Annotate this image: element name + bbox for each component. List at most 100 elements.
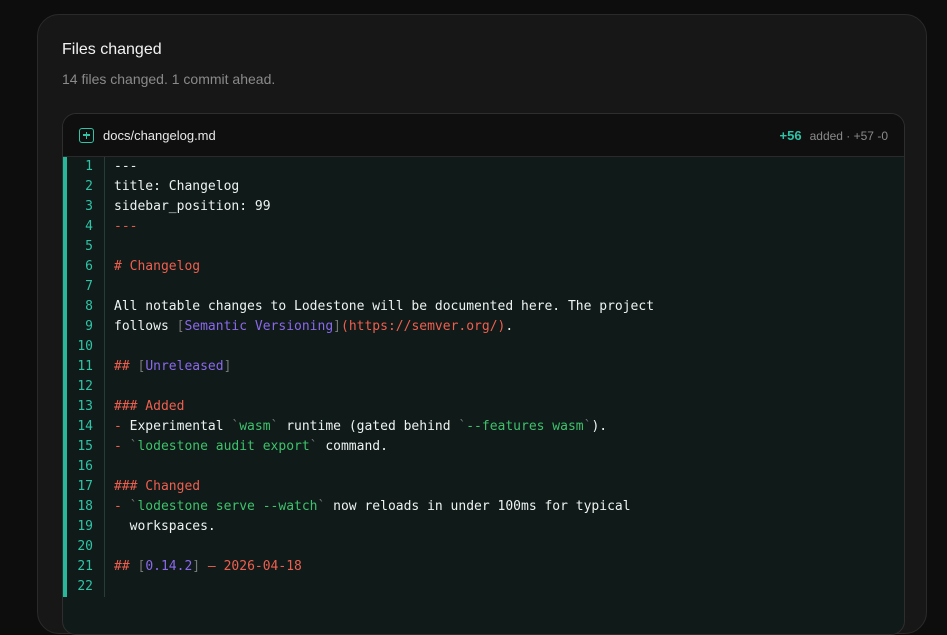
code-line: 11 ## [Unreleased] xyxy=(67,357,904,377)
code-line: 8 All notable changes to Lodestone will b… xyxy=(67,297,904,317)
code-token: ## xyxy=(114,559,138,574)
code-line: 22 xyxy=(67,577,904,597)
line-number: 15 xyxy=(67,437,105,457)
code-token: - xyxy=(114,499,130,514)
code-token: ] xyxy=(223,359,232,374)
code-line: 9 follows [Semantic Versioning](https://s… xyxy=(67,317,904,337)
line-content: All notable changes to Lodestone will be… xyxy=(105,297,654,317)
additions-count: +56 xyxy=(779,127,802,143)
file-status: added · +57 -0 xyxy=(809,128,888,143)
code-token: — 2026-04-18 xyxy=(200,559,302,574)
code-token: Semantic Versioning xyxy=(184,319,334,334)
line-number: 12 xyxy=(67,377,105,397)
line-number: 11 xyxy=(67,357,105,377)
line-number: 22 xyxy=(67,577,105,597)
code-token: follows xyxy=(114,319,177,334)
code-token: --features wasm xyxy=(466,419,584,434)
code-token: ` xyxy=(309,439,318,454)
line-content: ### Added xyxy=(105,397,184,417)
code-line: 1 --- xyxy=(67,157,904,177)
line-number: 18 xyxy=(67,497,105,517)
code-line: 2 title: Changelog xyxy=(67,177,904,197)
code-line: 10 xyxy=(67,337,904,357)
code-token: ] xyxy=(192,559,201,574)
code-token: title: Changelog xyxy=(114,179,240,194)
code-token: Unreleased xyxy=(145,359,224,374)
line-content xyxy=(105,277,114,297)
code-line: 18- `lodestone serve --watch` now reload… xyxy=(67,497,904,517)
line-content: sidebar_position: 99 xyxy=(105,197,271,217)
code-token: command. xyxy=(317,439,388,454)
code-token: runtime (gated behind xyxy=(278,419,459,434)
code-line: 12 xyxy=(67,377,904,397)
line-content: --- xyxy=(105,217,137,237)
line-content: - `lodestone serve --watch` now reloads … xyxy=(105,497,631,517)
code-token: (https://semver.org/) xyxy=(341,319,506,334)
line-number: 7 xyxy=(67,277,105,297)
line-number: 14 xyxy=(67,417,105,437)
card-subtitle: 14 files changed. 1 commit ahead. xyxy=(62,71,276,87)
code-line: 15- `lodestone audit export` command. xyxy=(67,437,904,457)
line-content: - `lodestone audit export` command. xyxy=(105,437,388,457)
line-content: ## [Unreleased] xyxy=(105,357,231,377)
line-content: workspaces. xyxy=(105,517,216,537)
line-number: 6 xyxy=(67,257,105,277)
code-line: 7 xyxy=(67,277,904,297)
line-content: --- xyxy=(105,157,137,177)
card-title: Files changed xyxy=(62,41,162,58)
diff-stats: +56 added · +57 -0 xyxy=(780,128,888,143)
code-token: ). xyxy=(591,419,608,434)
line-number: 21 xyxy=(67,557,105,577)
line-content xyxy=(105,577,114,597)
line-number: 10 xyxy=(67,337,105,357)
file-diff: docs/changelog.md +56 added · +57 -0 1 --… xyxy=(62,113,905,635)
code-line: 17 ### Changed xyxy=(67,477,904,497)
line-number: 4 xyxy=(67,217,105,237)
line-content: ### Changed xyxy=(105,477,200,497)
code-token: ] xyxy=(333,319,341,334)
code-line: 21 ## [0.14.2] — 2026-04-18 xyxy=(67,557,904,577)
line-number: 13 xyxy=(67,397,105,417)
line-number: 2 xyxy=(67,177,105,197)
line-number: 3 xyxy=(67,197,105,217)
code-token: lodestone audit export xyxy=(137,439,310,454)
line-content xyxy=(105,377,114,397)
code-token: Experimental xyxy=(129,419,232,434)
line-number: 5 xyxy=(67,237,105,257)
code-token: lodestone serve --watch xyxy=(137,499,318,514)
code-token: ### Added xyxy=(114,399,185,414)
code-line: 14- Experimental `wasm` runtime (gated b… xyxy=(67,417,904,437)
code-token: # Changelog xyxy=(114,259,201,274)
code-token: now reloads in under 100ms for typical xyxy=(325,499,631,514)
code-token: All notable changes to Lodestone will be… xyxy=(114,299,655,314)
code-token: --- xyxy=(114,219,138,234)
code-line: 3 sidebar_position: 99 xyxy=(67,197,904,217)
line-number: 20 xyxy=(67,537,105,557)
code-line: 5 xyxy=(67,237,904,257)
files-changed-card: Files changed 14 files changed. 1 commit… xyxy=(37,14,927,635)
file-name[interactable]: docs/changelog.md xyxy=(103,128,216,143)
line-content: - Experimental `wasm` runtime (gated beh… xyxy=(105,417,607,437)
code-line: 19 workspaces. xyxy=(67,517,904,537)
line-content xyxy=(105,537,114,557)
code-token: sidebar_position: 99 xyxy=(114,199,271,214)
line-number: 16 xyxy=(67,457,105,477)
line-content: follows [Semantic Versioning](https://se… xyxy=(105,317,513,337)
line-number: 8 xyxy=(67,297,105,317)
line-number: 17 xyxy=(67,477,105,497)
code-token: wasm xyxy=(239,419,271,434)
line-content xyxy=(105,237,114,257)
code-token: . xyxy=(505,319,514,334)
line-content: ## [0.14.2] — 2026-04-18 xyxy=(105,557,302,577)
code-token: - xyxy=(114,419,130,434)
code-line: 4 --- xyxy=(67,217,904,237)
line-content: title: Changelog xyxy=(105,177,239,197)
code-line: 6 # Changelog xyxy=(67,257,904,277)
code-token: workspaces. xyxy=(114,519,216,534)
file-header[interactable]: docs/changelog.md +56 added · +57 -0 xyxy=(63,114,904,157)
code-token: ## xyxy=(114,359,138,374)
code-token: 0.14.2 xyxy=(145,559,193,574)
code-line: 13 ### Added xyxy=(67,397,904,417)
code-token: ### Changed xyxy=(114,479,201,494)
line-number: 1 xyxy=(67,157,105,177)
